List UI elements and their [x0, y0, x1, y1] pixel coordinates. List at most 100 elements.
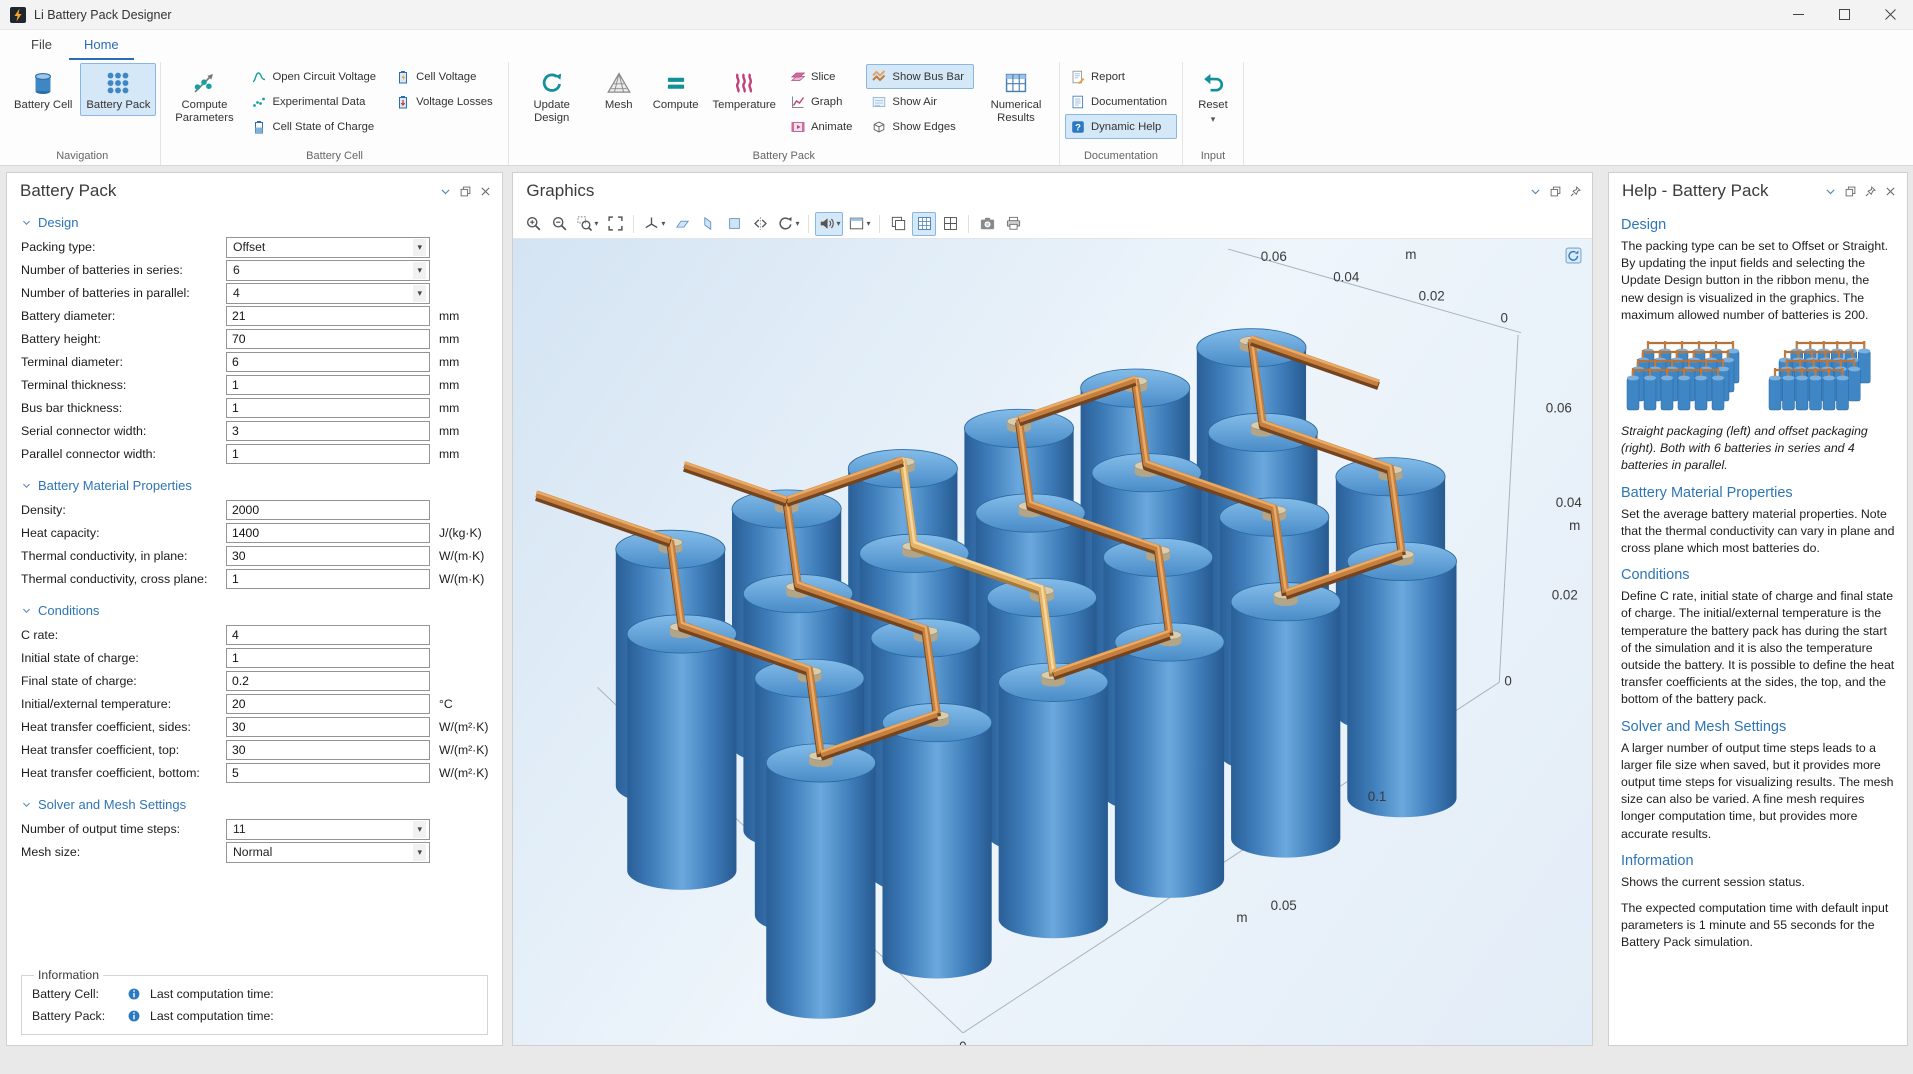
- input-final-state-of-charge[interactable]: [226, 671, 430, 691]
- input-thermal-conductivity-cross-plane[interactable]: [226, 569, 430, 589]
- form-row-mesh-size: Mesh size:Normal▾: [21, 842, 488, 862]
- zoom-out-button[interactable]: [547, 212, 571, 236]
- voltage-losses-button[interactable]: Voltage Losses: [390, 89, 503, 114]
- form-row-serial-connector-width: Serial connector width:mm: [21, 421, 488, 441]
- section-heading-solver-and-mesh-settings[interactable]: Solver and Mesh Settings: [21, 797, 488, 812]
- section-heading-design[interactable]: Design: [21, 215, 488, 230]
- show-edges-button[interactable]: Show Edges: [866, 114, 974, 139]
- input-c-rate[interactable]: [226, 625, 430, 645]
- graphics-viewport[interactable]: 0.060.040.020m0.060.040.020m0.10.05m0: [513, 239, 1592, 1045]
- plane-xz-button[interactable]: [722, 212, 746, 236]
- numerical-results-button[interactable]: Numerical Results: [977, 63, 1055, 130]
- select-packing-type[interactable]: Offset▾: [226, 237, 430, 258]
- zoom-box-button[interactable]: ▾: [573, 212, 601, 236]
- show-air-button[interactable]: Show Air: [866, 89, 974, 114]
- menu-home[interactable]: Home: [69, 32, 134, 60]
- snapshot-button[interactable]: [975, 212, 999, 236]
- input-initial-external-temperature[interactable]: [226, 694, 430, 714]
- reset-button[interactable]: Reset▾: [1187, 63, 1239, 128]
- select-number-of-batteries-in-parallel[interactable]: 4▾: [226, 283, 430, 304]
- input-terminal-diameter[interactable]: [226, 352, 430, 372]
- view-options-button[interactable]: ▾: [845, 212, 873, 236]
- field-label: Bus bar thickness:: [21, 401, 226, 415]
- rotate-view-button[interactable]: ▾: [774, 212, 802, 236]
- svg-text:0: 0: [1501, 311, 1508, 326]
- flip-view-button[interactable]: [748, 212, 772, 236]
- section-heading-conditions[interactable]: Conditions: [21, 603, 488, 618]
- menu-file[interactable]: File: [16, 32, 67, 60]
- close-button[interactable]: [1867, 0, 1913, 29]
- show-bus-bar-button[interactable]: Show Bus Bar: [866, 64, 974, 89]
- form-row-number-of-batteries-in-parallel: Number of batteries in parallel:4▾: [21, 283, 488, 303]
- straight-packaging-image: [1621, 333, 1755, 417]
- copy-image-button[interactable]: [886, 212, 910, 236]
- section-heading-battery-material-properties[interactable]: Battery Material Properties: [21, 478, 488, 493]
- input-thermal-conductivity-in-plane[interactable]: [226, 546, 430, 566]
- select-number-of-batteries-in-series[interactable]: 6▾: [226, 260, 430, 281]
- float-window-icon[interactable]: [459, 185, 472, 198]
- zoom-in-button[interactable]: [521, 212, 545, 236]
- cell-voltage-button[interactable]: Cell Voltage: [390, 64, 503, 89]
- chevron-down-icon[interactable]: [1529, 185, 1542, 198]
- pin-icon[interactable]: [1569, 185, 1582, 198]
- input-battery-height[interactable]: [226, 329, 430, 349]
- input-initial-state-of-charge[interactable]: [226, 648, 430, 668]
- print-button[interactable]: [1001, 212, 1025, 236]
- input-heat-transfer-coefficient-bottom[interactable]: [226, 763, 430, 783]
- svg-text:0.05: 0.05: [1271, 898, 1297, 913]
- animate-icon: [790, 119, 806, 135]
- plane-yz-icon: [700, 215, 717, 232]
- input-serial-connector-width[interactable]: [226, 421, 430, 441]
- split-view-button[interactable]: [938, 212, 962, 236]
- ribbon-small-column: Show Bus BarShow AirShow Edges: [866, 64, 974, 139]
- maximize-button[interactable]: [1821, 0, 1867, 29]
- animate-button[interactable]: Animate: [785, 114, 862, 139]
- compute-button[interactable]: Compute: [647, 63, 705, 116]
- input-battery-diameter[interactable]: [226, 306, 430, 326]
- battery-cell-button[interactable]: Battery Cell: [8, 63, 78, 116]
- input-heat-transfer-coefficient-sides[interactable]: [226, 717, 430, 737]
- battery-pack-button[interactable]: Battery Pack: [80, 63, 156, 116]
- slice-button[interactable]: Slice: [785, 64, 862, 89]
- select-mesh-size[interactable]: Normal▾: [226, 842, 430, 863]
- field-label: Terminal thickness:: [21, 378, 226, 392]
- chevron-down-icon[interactable]: [439, 185, 452, 198]
- help-paragraph-4-0: Shows the current session status.: [1621, 874, 1895, 891]
- scene-context-icon[interactable]: [1565, 247, 1582, 264]
- axis-triad-button[interactable]: ▾: [640, 212, 668, 236]
- close-icon[interactable]: [479, 185, 492, 198]
- experimental-data-button[interactable]: Experimental Data: [246, 89, 386, 114]
- chevron-down-icon: ▾: [413, 239, 426, 256]
- unit-label: mm: [439, 447, 459, 461]
- close-icon[interactable]: [1884, 185, 1897, 198]
- input-heat-capacity[interactable]: [226, 523, 430, 543]
- plane-yz-button[interactable]: [696, 212, 720, 236]
- input-parallel-connector-width[interactable]: [226, 444, 430, 464]
- input-bus-bar-thickness[interactable]: [226, 398, 430, 418]
- select-number-of-output-time-steps[interactable]: 11▾: [226, 819, 430, 840]
- graph-button[interactable]: Graph: [785, 89, 862, 114]
- chevron-down-icon: ▾: [413, 285, 426, 302]
- compute-parameters-button[interactable]: Compute Parameters: [165, 63, 243, 130]
- speaker-button[interactable]: ▾: [815, 212, 843, 236]
- show-grid-button[interactable]: [912, 212, 936, 236]
- zoom-box-icon: [576, 215, 593, 232]
- chevron-down-icon[interactable]: [1824, 185, 1837, 198]
- cell-state-of-charge-button[interactable]: Cell State of Charge: [246, 114, 386, 139]
- documentation-button[interactable]: Documentation: [1065, 89, 1177, 114]
- minimize-button[interactable]: [1775, 0, 1821, 29]
- mesh-button[interactable]: Mesh: [593, 63, 645, 116]
- temperature-button[interactable]: Temperature: [707, 63, 782, 116]
- float-window-icon[interactable]: [1844, 185, 1857, 198]
- update-design-button[interactable]: Update Design: [513, 63, 591, 130]
- dynamic-help-button[interactable]: ?Dynamic Help: [1065, 114, 1177, 139]
- input-density[interactable]: [226, 500, 430, 520]
- report-button[interactable]: Report: [1065, 64, 1177, 89]
- open-circuit-voltage-button[interactable]: Open Circuit Voltage: [246, 64, 386, 89]
- float-window-icon[interactable]: [1549, 185, 1562, 198]
- pin-icon[interactable]: [1864, 185, 1877, 198]
- zoom-extents-button[interactable]: [603, 212, 627, 236]
- input-heat-transfer-coefficient-top[interactable]: [226, 740, 430, 760]
- input-terminal-thickness[interactable]: [226, 375, 430, 395]
- plane-xy-button[interactable]: [670, 212, 694, 236]
